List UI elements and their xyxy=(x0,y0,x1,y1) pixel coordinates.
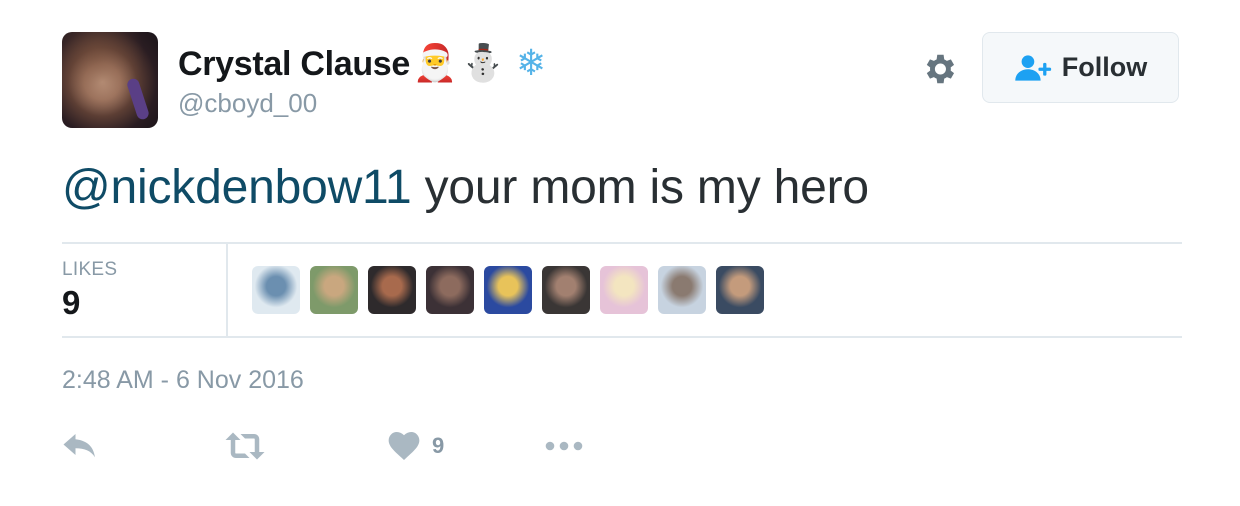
liker-photo xyxy=(484,266,532,314)
like-button[interactable]: 9 xyxy=(388,428,444,464)
liker-photo xyxy=(716,266,764,314)
liker-avatar-3[interactable] xyxy=(368,266,416,314)
liker-avatar-4[interactable] xyxy=(426,266,474,314)
mention-link[interactable]: @nickdenbow11 xyxy=(62,161,412,214)
more-button[interactable] xyxy=(544,428,584,464)
liker-avatars xyxy=(252,266,774,314)
heart-icon xyxy=(388,432,420,460)
tweet-timestamp[interactable]: 2:48 AM - 6 Nov 2016 xyxy=(62,366,304,395)
tweet-body: your mom is my hero xyxy=(411,161,870,214)
display-name[interactable]: Crystal Clause xyxy=(178,45,410,84)
liker-avatar-7[interactable] xyxy=(600,266,648,314)
reply-button[interactable] xyxy=(62,428,98,464)
user-name-row: Crystal Clause 🎅 ⛄ ❄ xyxy=(178,40,554,88)
like-count: 9 xyxy=(432,433,445,458)
avatar[interactable] xyxy=(62,32,158,128)
snowman-emoji: ⛄ xyxy=(460,43,506,84)
gear-icon[interactable] xyxy=(920,50,958,88)
liker-avatar-6[interactable] xyxy=(542,266,590,314)
divider-top xyxy=(62,242,1182,244)
liker-photo xyxy=(658,266,706,314)
liker-photo xyxy=(310,266,358,314)
liker-photo xyxy=(252,266,300,314)
follow-button[interactable]: Follow xyxy=(982,32,1179,103)
liker-photo xyxy=(600,266,648,314)
santa-emoji: 🎅 xyxy=(412,43,458,84)
liker-photo xyxy=(368,266,416,314)
retweet-icon xyxy=(225,432,265,460)
liker-avatar-9[interactable] xyxy=(716,266,764,314)
user-handle[interactable]: @cboyd_00 xyxy=(178,88,317,119)
liker-avatar-1[interactable] xyxy=(252,266,300,314)
tweet-text: @nickdenbow11 your mom is my hero xyxy=(62,160,869,215)
more-icon xyxy=(545,441,583,451)
add-user-icon xyxy=(1015,54,1051,81)
liker-avatar-2[interactable] xyxy=(310,266,358,314)
likes-label[interactable]: LIKES xyxy=(62,259,117,281)
reply-icon xyxy=(63,434,95,458)
liker-avatar-5[interactable] xyxy=(484,266,532,314)
liker-photo xyxy=(426,266,474,314)
likes-count[interactable]: 9 xyxy=(62,284,80,322)
liker-photo xyxy=(542,266,590,314)
stats-separator xyxy=(226,244,228,337)
liker-avatar-8[interactable] xyxy=(658,266,706,314)
divider-bottom xyxy=(62,336,1182,338)
follow-button-label: Follow xyxy=(1061,52,1148,82)
retweet-button[interactable] xyxy=(224,428,266,464)
snowflake-emoji: ❄ xyxy=(515,43,547,84)
